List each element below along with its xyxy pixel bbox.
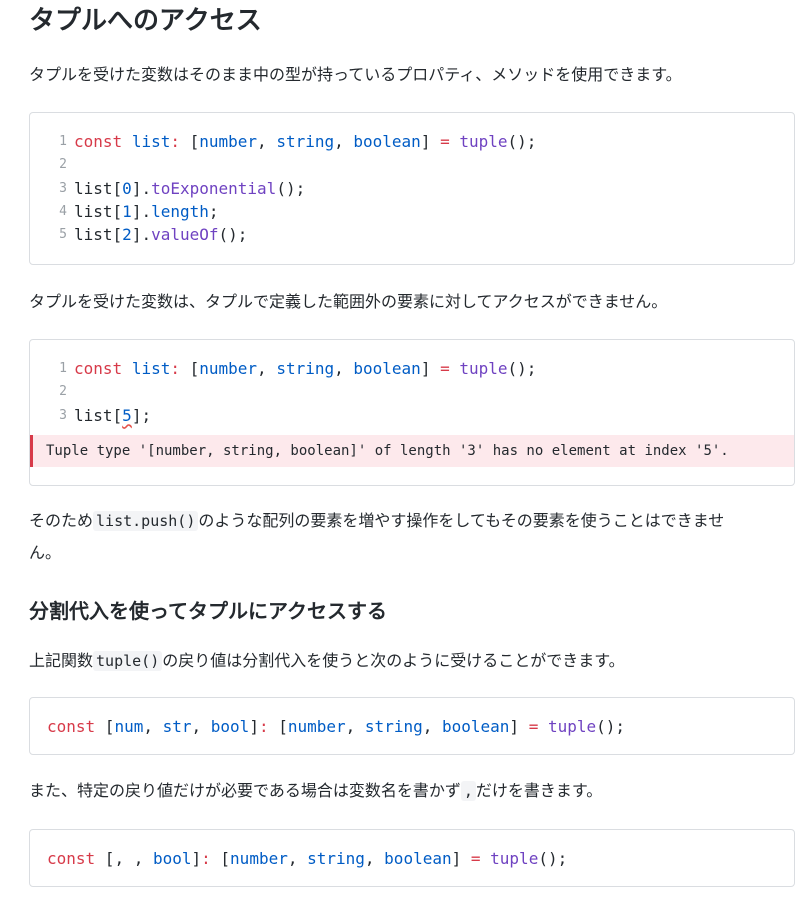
code-line-2: 2 xyxy=(30,153,794,176)
code-line-3: 3 list[0].toExponential(); xyxy=(30,177,794,200)
line-number: 2 xyxy=(59,157,67,173)
paragraph-destructuring: 上記関数 tuple() の戻り値は分割代入を使うと次のように受けることができます。 xyxy=(29,651,625,671)
code-text: const [num, str, bool]: [number, string,… xyxy=(47,717,626,736)
code-block-error: 1 const list: [number, string, boolean] … xyxy=(29,339,795,486)
code-line-1: const [, , bool]: [number, string, boole… xyxy=(47,847,794,870)
inline-code: tuple() xyxy=(93,651,163,671)
inline-code: , xyxy=(460,781,476,801)
line-number: 5 xyxy=(59,227,67,243)
code-line-3: 3 list[5]; xyxy=(30,404,794,427)
error-squiggle: 5 xyxy=(122,405,132,425)
paragraph-text: タプルを受けた変数はそのまま中の型が持っているプロパティ、メソッドを使用できます… xyxy=(29,65,682,84)
code-text: const [, , bool]: [number, string, boole… xyxy=(47,849,568,868)
code-block-skip: const [, , bool]: [number, string, boole… xyxy=(29,829,795,887)
code-line-4: 4 list[1].length; xyxy=(30,200,794,223)
code-block-access: 1 const list: [number, string, boolean] … xyxy=(29,112,795,265)
line-number: 3 xyxy=(59,407,67,423)
code-line-5: 5 list[2].valueOf(); xyxy=(30,223,794,246)
code-text: list[5]; xyxy=(74,405,152,425)
inline-code: list.push() xyxy=(93,511,199,531)
error-message: Tuple type '[number, string, boolean]' o… xyxy=(30,435,794,467)
section-heading-destructuring: 分割代入を使ってタプルにアクセスする xyxy=(29,599,387,623)
code-line-1: const [num, str, bool]: [number, string,… xyxy=(47,715,794,738)
line-number: 2 xyxy=(59,384,67,400)
paragraph-properties: タプルを受けた変数はそのまま中の型が持っているプロパティ、メソッドを使用できます… xyxy=(29,59,794,91)
code-text: const list: [number, string, boolean] = … xyxy=(74,359,537,378)
code-line-2: 2 xyxy=(30,380,794,403)
line-number: 4 xyxy=(59,203,67,219)
line-number: 1 xyxy=(59,361,67,376)
section-heading-tuple-access: タプルへのアクセス xyxy=(29,6,262,36)
code-text: list[0].toExponential(); xyxy=(74,178,306,198)
line-number: 1 xyxy=(59,134,67,149)
code-text: list[1].length; xyxy=(74,201,219,221)
code-text: list[2].valueOf(); xyxy=(74,225,248,245)
paragraph-skip: また、特定の戻り値だけが必要である場合は変数名を書かず, だけを書きます。 xyxy=(29,781,603,801)
article: タプルへのアクセス タプルを受けた変数はそのまま中の型が持っているプロパティ、メ… xyxy=(0,0,806,887)
code-line-1: 1 const list: [number, string, boolean] … xyxy=(30,130,794,153)
code-line-1: 1 const list: [number, string, boolean] … xyxy=(30,357,794,380)
code-text: const list: [number, string, boolean] = … xyxy=(74,132,537,151)
code-block-destructuring: const [num, str, bool]: [number, string,… xyxy=(29,697,795,755)
paragraph-text: タプルを受けた変数は、タプルで定義した範囲外の要素に対してアクセスができません。 xyxy=(29,292,668,311)
paragraph-push: そのため list.push() のような配列の要素を増やす操作をしてもその要素を使… xyxy=(29,511,725,562)
line-number: 3 xyxy=(59,180,67,196)
paragraph-out-of-range: タプルを受けた変数は、タプルで定義した範囲外の要素に対してアクセスができません。 xyxy=(29,286,794,318)
